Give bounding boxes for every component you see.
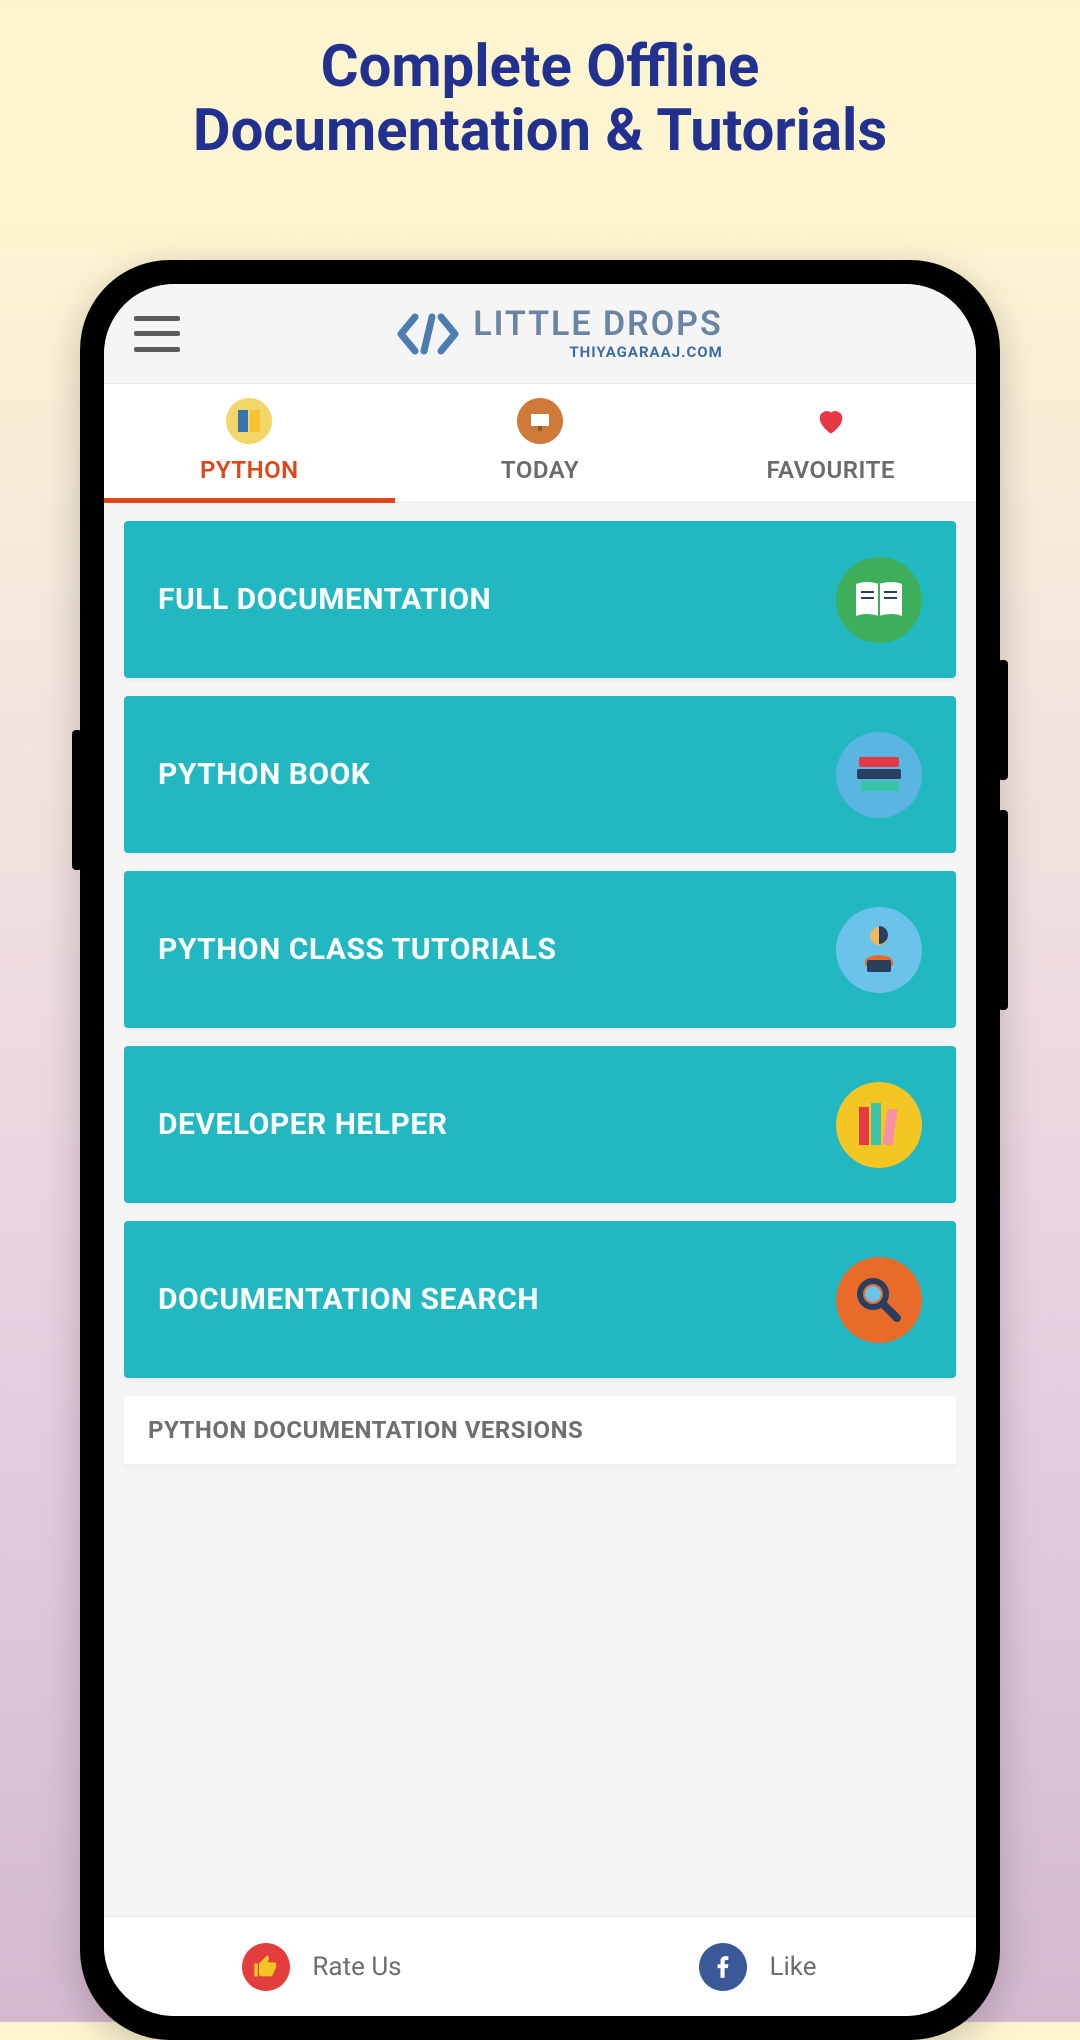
phone-side-button (998, 810, 1008, 1010)
phone-side-button (998, 660, 1008, 780)
card-title: FULL DOCUMENTATION (158, 582, 491, 617)
card-documentation-search[interactable]: DOCUMENTATION SEARCH (124, 1221, 956, 1378)
card-title: PYTHON BOOK (158, 757, 370, 792)
facebook-icon (699, 1943, 747, 1991)
brand-subtitle: THIYAGARAAJ.COM (569, 343, 722, 361)
hero-title: Complete Offline Documentation & Tutoria… (0, 0, 1080, 164)
person-laptop-icon (836, 907, 922, 993)
card-developer-helper[interactable]: DEVELOPER HELPER (124, 1046, 956, 1203)
heart-icon (808, 398, 854, 444)
books-upright-icon (836, 1082, 922, 1168)
magnifier-icon (836, 1257, 922, 1343)
book-open-icon (836, 557, 922, 643)
card-python-class-tutorials[interactable]: PYTHON CLASS TUTORIALS (124, 871, 956, 1028)
tab-label: PYTHON (200, 456, 299, 484)
app-header: LITTLE DROPS THIYAGARAAJ.COM (104, 284, 976, 384)
bottom-bar: Rate Us Like (104, 1916, 976, 2016)
bottom-label: Rate Us (312, 1952, 401, 1982)
tab-today[interactable]: TODAY (395, 384, 686, 502)
brand-title: LITTLE DROPS (473, 307, 723, 341)
tab-label: TODAY (501, 456, 579, 484)
like-button[interactable]: Like (540, 1917, 976, 2016)
books-stack-icon (836, 732, 922, 818)
tab-bar: PYTHON TODAY FAVOURITE (104, 384, 976, 503)
brand-logo[interactable]: LITTLE DROPS THIYAGARAAJ.COM (220, 307, 900, 361)
rate-us-button[interactable]: Rate Us (104, 1917, 540, 2016)
tab-label: FAVOURITE (766, 456, 894, 484)
card-title: PYTHON CLASS TUTORIALS (158, 932, 557, 967)
card-full-documentation[interactable]: FULL DOCUMENTATION (124, 521, 956, 678)
tab-favourite[interactable]: FAVOURITE (685, 384, 976, 502)
phone-side-button (72, 730, 82, 870)
tab-python[interactable]: PYTHON (104, 384, 395, 502)
card-title: DEVELOPER HELPER (158, 1107, 447, 1142)
phone-screen: LITTLE DROPS THIYAGARAAJ.COM PYTHON TODA… (104, 284, 976, 2016)
content-area: FULL DOCUMENTATION PYTHON BOOK PYTHON CL… (104, 503, 976, 1916)
today-tab-icon (517, 398, 563, 444)
card-python-book[interactable]: PYTHON BOOK (124, 696, 956, 853)
code-brackets-icon (397, 311, 459, 357)
card-title: DOCUMENTATION SEARCH (158, 1282, 539, 1317)
bottom-label: Like (769, 1952, 816, 1982)
hamburger-menu-button[interactable] (134, 316, 180, 352)
section-heading: PYTHON DOCUMENTATION VERSIONS (124, 1396, 956, 1464)
phone-frame: LITTLE DROPS THIYAGARAAJ.COM PYTHON TODA… (80, 260, 1000, 2040)
thumbs-up-icon (242, 1943, 290, 1991)
python-tab-icon (226, 398, 272, 444)
